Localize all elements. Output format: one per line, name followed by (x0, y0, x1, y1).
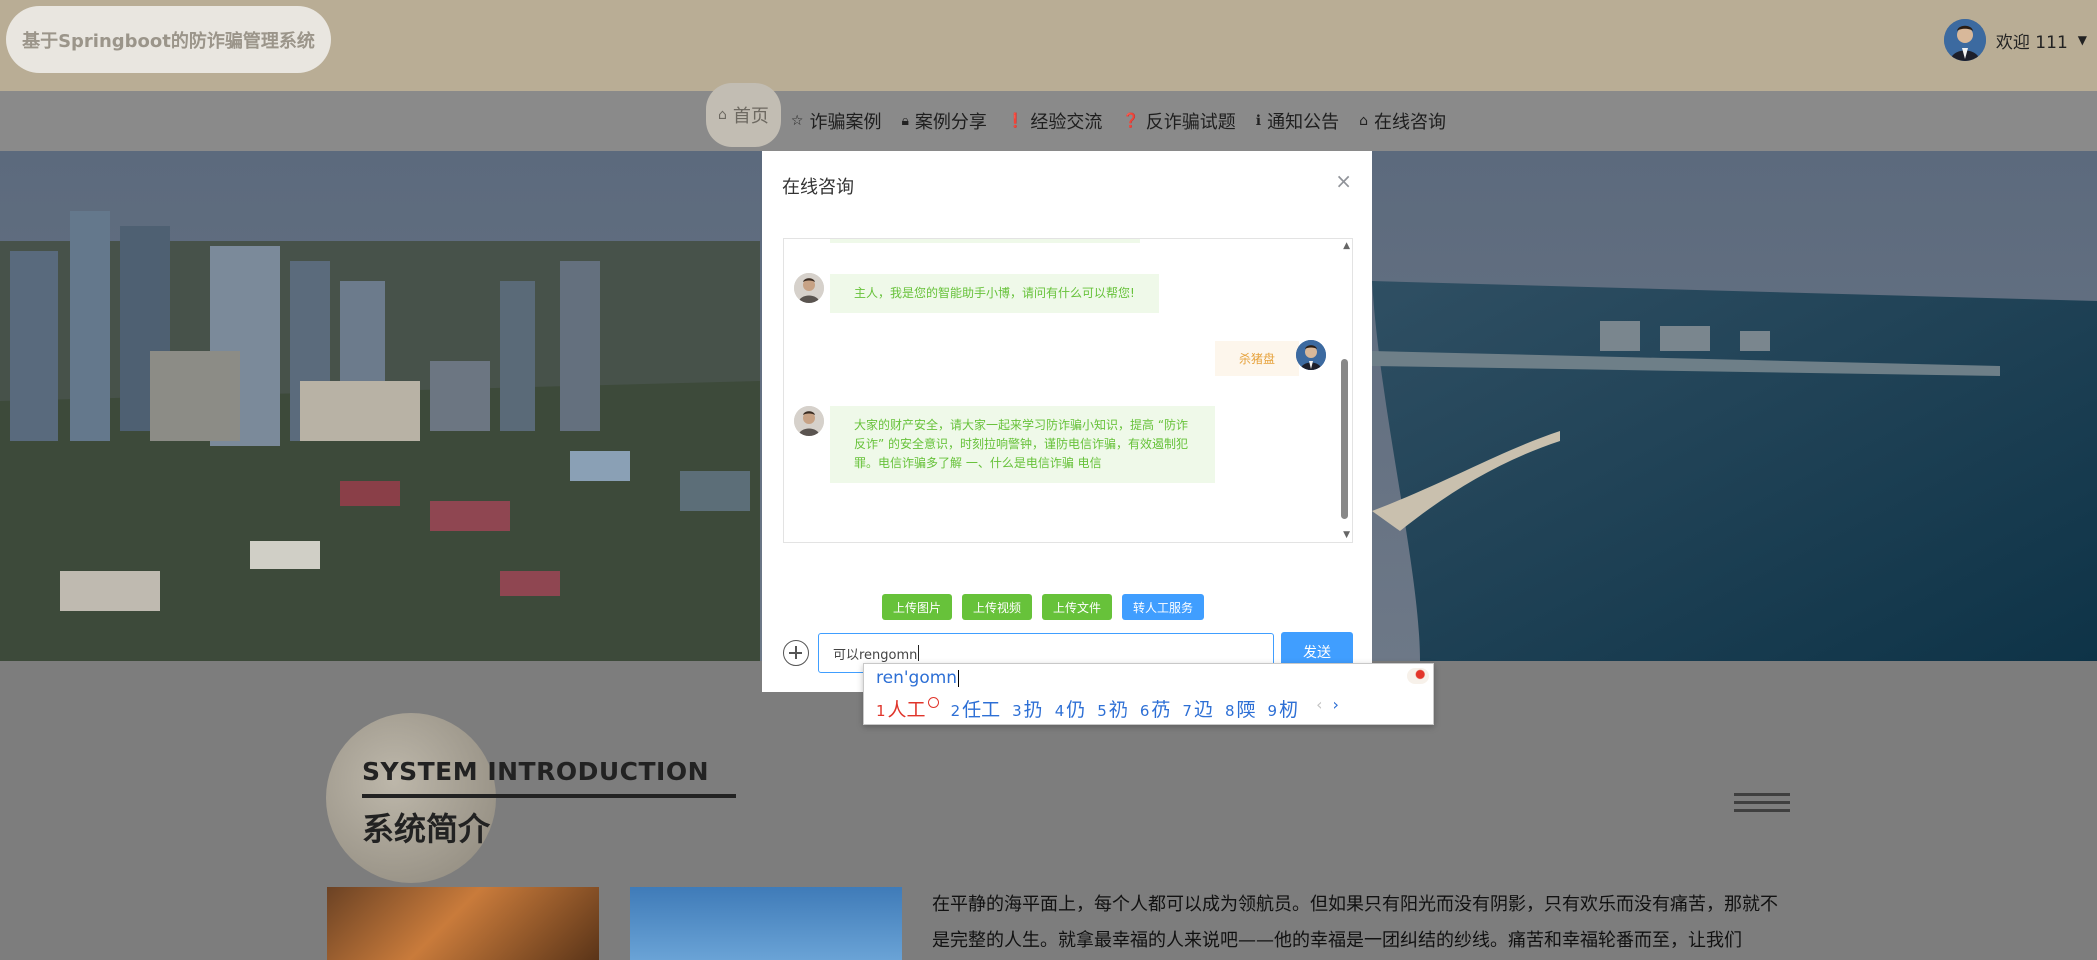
exclamation-icon: ❗ (1006, 113, 1025, 129)
ime-candidate-text: 扔 (1023, 699, 1043, 721)
intro-image-1 (327, 887, 599, 960)
upload-file-button[interactable]: 上传文件 (1042, 594, 1113, 620)
ime-composition: ren'gomn (876, 668, 960, 688)
nav-item-label: 经验交流 (1030, 112, 1103, 133)
online-consult-dialog: 在线咨询 × 主人，我是您的智能助手小博，请问有什么可以帮您! 杀猪盘 大家的财… (762, 151, 1372, 692)
home-icon: ⌂ (718, 107, 727, 123)
welcome-text: 欢迎 111 (1995, 32, 2068, 53)
bag-icon: 🔒︎ (901, 113, 909, 129)
ime-candidate-text: 人工 (887, 699, 926, 721)
upload-video-button[interactable]: 上传视频 (962, 594, 1033, 620)
nav-items: ⌂ 首页 ☆ 诈骗案例 🔒︎ 案例分享 ❗ 经验交流 ❓ 反诈骗试题 ℹ 通知公告 ⌂ 在线咨询 (706, 83, 1456, 151)
intro-title-zh: 系统简介 (362, 810, 491, 848)
add-icon[interactable] (783, 640, 809, 666)
ime-smart-icon (927, 697, 939, 708)
ime-candidate[interactable]: 9杒 (1268, 695, 1299, 722)
chat-message-bot: 主人，我是您的智能助手小博，请问有什么可以帮您! (830, 274, 1159, 313)
ime-candidate-text: 芿 (1151, 699, 1171, 721)
ime-candidate-text: 辸 (1193, 699, 1213, 721)
ime-candidates: 1 人工 2 任工 3 扔 4 仍 5 礽 6 芿 7 辸 8 陾 9 杒 ‹ › (876, 695, 1339, 722)
question-icon: ❓ (1122, 113, 1140, 129)
chat-action-buttons: 上传图片 上传视频 上传文件 转人工服务 (882, 594, 1205, 620)
ime-candidate-number: 7 (1182, 702, 1192, 720)
transfer-human-button[interactable]: 转人工服务 (1122, 594, 1205, 620)
ime-candidate[interactable]: 4仍 (1055, 695, 1086, 722)
chat-input-value: 可以rengomn (833, 647, 918, 663)
chat-message-user: 杀猪盘 (1214, 341, 1299, 376)
nav-item-1[interactable]: ☆ 诈骗案例 (781, 99, 892, 143)
ime-candidate-text: 礽 (1108, 699, 1128, 721)
intro-text: 在平静的海平面上，每个人都可以成为领航员。但如果只有阳光而没有阴影，只有欢乐而没… (932, 894, 1778, 951)
user-avatar[interactable] (1943, 19, 1986, 61)
main-nav: ⌂ 首页 ☆ 诈骗案例 🔒︎ 案例分享 ❗ 经验交流 ❓ 反诈骗试题 ℹ 通知公告 ⌂ 在线咨询 (0, 83, 2097, 151)
divider (362, 794, 736, 798)
chevron-down-icon[interactable]: ▼ (2078, 33, 2087, 47)
info-icon: ℹ (1255, 113, 1262, 129)
ime-candidate-number: 9 (1267, 702, 1278, 720)
ime-caret (958, 669, 960, 687)
user-menu[interactable]: 欢迎 111 ▼ (1943, 18, 2087, 62)
ime-candidate-number: 1 (876, 702, 886, 720)
ime-candidate[interactable]: 1 人工 (876, 695, 939, 722)
dialog-title: 在线咨询 (782, 177, 854, 198)
nav-item-5[interactable]: ℹ 通知公告 (1246, 99, 1349, 143)
ime-pager: ‹ › (1316, 695, 1339, 722)
nav-item-label: 首页 (732, 106, 769, 127)
text-cursor (918, 645, 920, 661)
nav-item-label: 通知公告 (1267, 112, 1340, 133)
nav-item-label: 反诈骗试题 (1145, 112, 1236, 133)
decor-circle (326, 713, 496, 883)
nav-item-label: 案例分享 (914, 112, 987, 133)
ime-candidate-number: 4 (1054, 702, 1065, 720)
ime-prev-page-icon[interactable]: ‹ (1316, 695, 1322, 722)
ime-candidate[interactable]: 8陾 (1225, 695, 1256, 722)
home-icon: ⌂ (1359, 113, 1368, 129)
ime-candidate-number: 3 (1012, 702, 1022, 720)
chat-scrollbar[interactable]: ▲ ▼ (1338, 239, 1352, 542)
site-title[interactable]: 基于Springboot的防诈骗管理系统 (6, 6, 331, 73)
bot-avatar (794, 273, 824, 303)
nav-item-label: 诈骗案例 (809, 112, 882, 133)
ime-candidate[interactable]: 6芿 (1140, 695, 1171, 722)
ime-candidate[interactable]: 3扔 (1012, 695, 1043, 722)
ime-candidate[interactable]: 2 任工 (951, 695, 1001, 722)
scrollbar-thumb[interactable] (1341, 359, 1348, 519)
ime-candidate-number: 8 (1224, 702, 1235, 720)
ime-candidate[interactable]: 5礽 (1097, 695, 1128, 722)
ime-next-page-icon[interactable]: › (1332, 695, 1338, 722)
menu-icon[interactable] (1734, 793, 1790, 813)
nav-item-2[interactable]: 🔒︎ 案例分享 (891, 99, 996, 143)
ime-candidate-window: ren'gomn 1 人工 2 任工 3 扔 4 仍 5 礽 6 芿 7 辸 8 陾 9 杒 ‹ › (863, 663, 1434, 725)
chat-bubble-partial (830, 239, 1140, 243)
intro-title-en: SYSTEM INTRODUCTION (362, 757, 710, 786)
ime-candidate-text: 仍 (1066, 699, 1086, 721)
ime-candidate-number: 6 (1139, 702, 1150, 720)
ime-candidate-text: 任工 (962, 699, 1001, 721)
nav-item-6[interactable]: ⌂ 在线咨询 (1349, 99, 1456, 143)
nav-item-0[interactable]: ⌂ 首页 (706, 83, 781, 147)
chat-history[interactable]: 主人，我是您的智能助手小博，请问有什么可以帮您! 杀猪盘 大家的财产安全，请大家… (783, 238, 1353, 543)
chat-message-bot: 大家的财产安全，请大家一起来学习防诈骗小知识，提高 “防诈反诈” 的安全意识，时… (830, 406, 1215, 483)
ime-candidate-number: 5 (1097, 702, 1107, 720)
scroll-up-icon[interactable]: ▲ (1343, 241, 1350, 251)
close-icon[interactable]: × (1335, 169, 1352, 193)
scroll-down-icon[interactable]: ▼ (1343, 530, 1350, 540)
nav-item-label: 在线咨询 (1374, 112, 1446, 133)
bot-avatar (794, 406, 824, 436)
star-icon: ☆ (790, 113, 804, 129)
top-header: 基于Springboot的防诈骗管理系统 欢迎 111 ▼ (0, 0, 2097, 91)
intro-image-2 (630, 887, 902, 960)
ime-logo-icon (1407, 668, 1429, 684)
ime-candidate-text: 陾 (1236, 699, 1256, 721)
upload-image-button[interactable]: 上传图片 (882, 594, 953, 620)
ime-candidate-number: 2 (950, 702, 961, 720)
ime-composition-text: ren'gomn (876, 668, 958, 688)
nav-item-3[interactable]: ❗ 经验交流 (997, 99, 1112, 143)
ime-candidate-text: 杒 (1279, 699, 1299, 721)
ime-candidate[interactable]: 7辸 (1182, 695, 1213, 722)
user-avatar (1296, 340, 1326, 370)
nav-item-4[interactable]: ❓ 反诈骗试题 (1112, 99, 1245, 143)
